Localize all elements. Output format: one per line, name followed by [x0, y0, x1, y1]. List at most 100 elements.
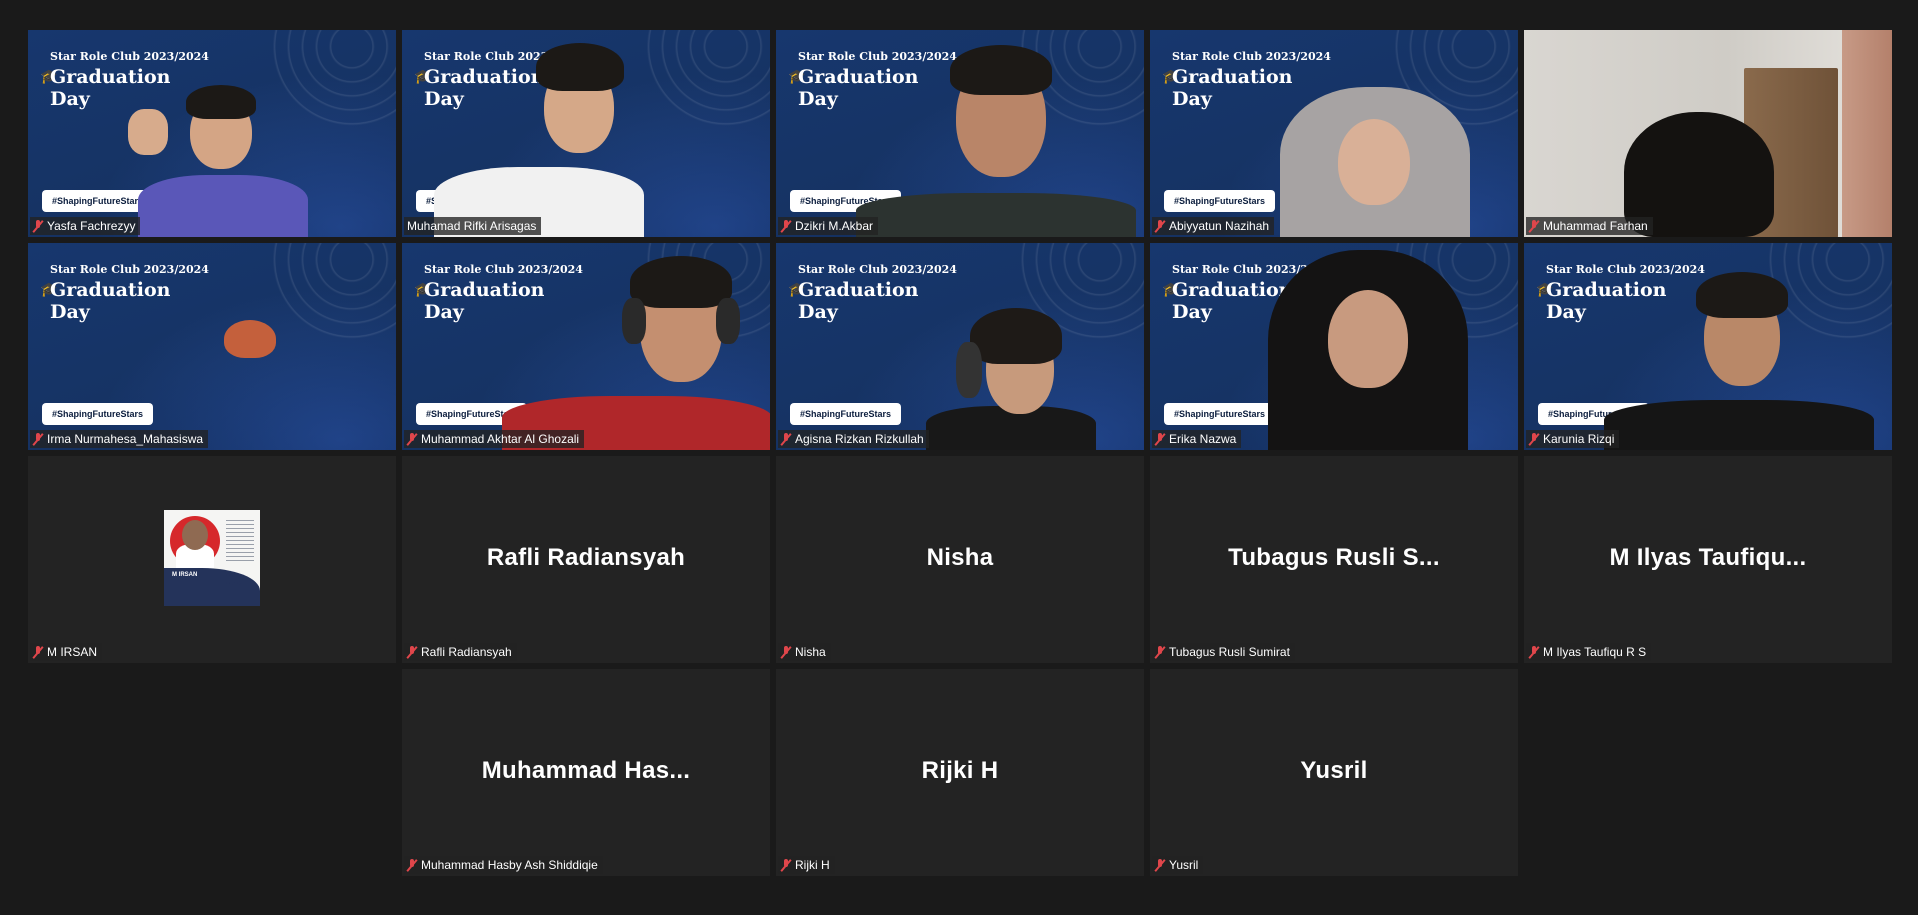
participant-name-label: Rafli Radiansyah: [404, 643, 517, 661]
participant-name-label: Karunia Rizqi: [1526, 430, 1620, 448]
mic-muted-icon: [1155, 858, 1165, 872]
participant-display-name: Rijki H: [921, 756, 999, 784]
participant-tile[interactable]: Star Role Club 2023/2024 🎓 Graduation Da…: [402, 243, 770, 450]
participant-name-label: Nisha: [778, 643, 831, 661]
participant-name: Yasfa Fachrezyy: [47, 219, 136, 233]
background-hashtag: #ShapingFutureStars: [42, 403, 154, 425]
background-club-text: Star Role Club 2023/2024: [50, 50, 209, 63]
profile-picture-dots: ●●● ●●●: [226, 572, 242, 587]
participant-name-label: Abiyyatun Nazihah: [1152, 217, 1275, 235]
participant-display-name: Tubagus Rusli S...: [1228, 543, 1440, 571]
participant-name: Dzikri M.Akbar: [795, 219, 874, 233]
participant-name-label: Erika Nazwa: [1152, 430, 1242, 448]
participant-name-label: M Ilyas Taufiqu R S: [1526, 643, 1652, 661]
participant-tile[interactable]: Star Role Club 2023/2024 🎓 Graduation Da…: [1150, 243, 1518, 450]
mic-muted-icon: [407, 432, 417, 446]
participant-name-label: Yasfa Fachrezyy: [30, 217, 141, 235]
participant-name: Karunia Rizqi: [1543, 432, 1615, 446]
participant-video-person: [224, 320, 284, 450]
mic-muted-icon: [781, 858, 791, 872]
participant-tile[interactable]: Nisha Nisha: [776, 456, 1144, 663]
background-hashtag: #ShapingFutureStars: [1164, 403, 1276, 425]
virtual-background: Star Role Club 2023/2024 🎓 Graduation Da…: [28, 243, 396, 450]
mic-muted-icon: [1155, 645, 1165, 659]
profile-picture: M IRSAN ●●● ●●●: [164, 510, 260, 606]
participant-name-label: M IRSAN: [30, 643, 103, 661]
mic-muted-icon: [1155, 432, 1165, 446]
participant-video-person: [856, 37, 1136, 237]
participant-tile[interactable]: Star Role Club 2023/2024 🎓 Graduation Da…: [1524, 243, 1892, 450]
participant-display-name: Nisha: [926, 543, 994, 571]
mic-muted-icon: [407, 645, 417, 659]
participant-display-name: Yusril: [1300, 756, 1368, 784]
mic-muted-icon: [1529, 219, 1539, 233]
participant-video-person: [926, 300, 1096, 450]
participant-tile[interactable]: Star Role Club 2023/2024 🎓 Graduation Da…: [28, 30, 396, 237]
participant-tile[interactable]: Star Role Club 2023/2024 🎓 Graduation Da…: [776, 243, 1144, 450]
empty-grid-slot: [28, 669, 396, 876]
participant-name: M Ilyas Taufiqu R S: [1543, 645, 1647, 659]
participant-name: Yusril: [1169, 858, 1199, 872]
participant-name: Tubagus Rusli Sumirat: [1169, 645, 1290, 659]
participant-name-label: Rijki H: [778, 856, 835, 874]
participant-name-label: Muhammad Hasby Ash Shiddiqie: [404, 856, 603, 874]
participant-name: Muhammad Hasby Ash Shiddiqie: [421, 858, 598, 872]
participant-name-label: Agisna Rizkan Rizkullah: [778, 430, 929, 448]
participant-video-person: [434, 37, 674, 237]
background-club-text: Star Role Club 2023/2024: [50, 263, 209, 276]
participant-name: M IRSAN: [47, 645, 98, 659]
participant-tile[interactable]: Muhammad Has... Muhammad Hasby Ash Shidd…: [402, 669, 770, 876]
gallery-grid: Star Role Club 2023/2024 🎓 Graduation Da…: [28, 30, 1894, 878]
background-club-text: Star Role Club 2023/2024: [1172, 50, 1331, 63]
participant-name: Rafli Radiansyah: [421, 645, 512, 659]
participant-tile[interactable]: Tubagus Rusli S... Tubagus Rusli Sumirat: [1150, 456, 1518, 663]
participant-name-label: Dzikri M.Akbar: [778, 217, 879, 235]
participant-video-person: [1268, 250, 1468, 450]
mic-muted-icon: [33, 432, 43, 446]
participant-name: Muhammad Farhan: [1543, 219, 1648, 233]
mic-muted-icon: [33, 645, 43, 659]
background-hashtag: #ShapingFutureStars: [790, 403, 902, 425]
participant-tile[interactable]: Yusril Yusril: [1150, 669, 1518, 876]
participant-tile[interactable]: M IRSAN ●●● ●●● M IRSAN: [28, 456, 396, 663]
participant-name-label: Muhammad Farhan: [1526, 217, 1653, 235]
profile-picture-name: M IRSAN: [172, 572, 198, 578]
participant-name: Agisna Rizkan Rizkullah: [795, 432, 924, 446]
participant-video-person: [1280, 87, 1470, 237]
participant-tile[interactable]: M Ilyas Taufiqu... M Ilyas Taufiqu R S: [1524, 456, 1892, 663]
mic-muted-icon: [33, 219, 43, 233]
participant-name: Muhamad Rifki Arisagas: [407, 219, 537, 233]
mic-muted-icon: [407, 858, 417, 872]
participant-name-label: Muhammad Akhtar Al Ghozali: [404, 430, 585, 448]
mic-muted-icon: [781, 219, 791, 233]
participant-name: Erika Nazwa: [1169, 432, 1237, 446]
participant-tile[interactable]: Muhammad Farhan: [1524, 30, 1892, 237]
participant-video-person: [502, 250, 770, 450]
mic-muted-icon: [1155, 219, 1165, 233]
participant-name-label: Tubagus Rusli Sumirat: [1152, 643, 1295, 661]
participant-tile-active-speaker[interactable]: Star Role Club 2023/2024 🎓 Graduation Da…: [402, 30, 770, 237]
participant-name: Nisha: [795, 645, 826, 659]
participant-name-label: Irma Nurmahesa_Mahasiswa: [30, 430, 209, 448]
mic-muted-icon: [781, 432, 791, 446]
participant-tile[interactable]: Rafli Radiansyah Rafli Radiansyah: [402, 456, 770, 663]
participant-name: Irma Nurmahesa_Mahasiswa: [47, 432, 204, 446]
participant-tile[interactable]: Star Role Club 2023/2024 🎓 Graduation Da…: [776, 30, 1144, 237]
participant-video-person: [128, 77, 318, 237]
empty-grid-slot: [1524, 669, 1892, 876]
participant-name-label: Yusril: [1152, 856, 1204, 874]
mic-muted-icon: [1529, 432, 1539, 446]
participant-video-person: [1604, 260, 1874, 450]
participant-name: Muhammad Akhtar Al Ghozali: [421, 432, 580, 446]
background-title-text: Graduation Day: [798, 279, 919, 323]
participant-display-name: Rafli Radiansyah: [486, 543, 686, 571]
participant-tile[interactable]: Star Role Club 2023/2024 🎓 Graduation Da…: [1150, 30, 1518, 237]
participant-tile[interactable]: Rijki H Rijki H: [776, 669, 1144, 876]
participant-name: Rijki H: [795, 858, 830, 872]
background-club-text: Star Role Club 2023/2024: [798, 263, 957, 276]
mic-muted-icon: [781, 645, 791, 659]
participant-tile[interactable]: Star Role Club 2023/2024 🎓 Graduation Da…: [28, 243, 396, 450]
participant-display-name: M Ilyas Taufiqu...: [1609, 543, 1807, 571]
background-title-text: Graduation Day: [50, 279, 171, 323]
background-hashtag: #ShapingFutureStars: [1164, 190, 1276, 212]
